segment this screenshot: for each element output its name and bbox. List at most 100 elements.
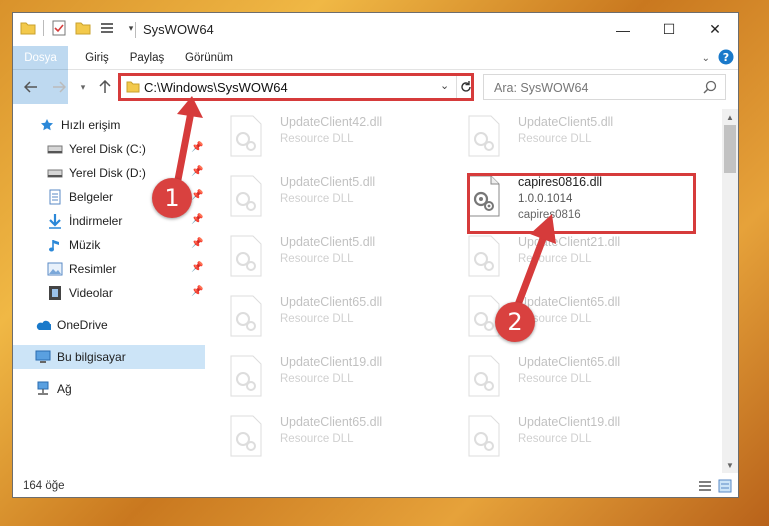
file-description: Resource DLL (280, 133, 354, 145)
file-item[interactable]: UpdateClient19.dll Resource DLL (457, 409, 677, 467)
file-item[interactable]: UpdateClient21.dll Resource DLL (457, 229, 677, 287)
pin-icon[interactable]: 📌 (191, 214, 203, 225)
file-item[interactable]: UpdateClient19.dll Resource DLL (219, 349, 439, 407)
file-item[interactable]: UpdateClient65.dll Resource DLL (219, 289, 439, 347)
pin-icon[interactable]: 📌 (191, 286, 203, 297)
scroll-up-icon[interactable]: ▲ (722, 109, 738, 125)
tab-share[interactable]: Paylaş (123, 46, 171, 70)
nav-item-label: OneDrive (57, 318, 108, 332)
nav-item-onedrive[interactable]: OneDrive (13, 313, 205, 337)
address-dropdown-icon[interactable]: ⌄ (440, 79, 449, 92)
address-path[interactable]: C:\Windows\SysWOW64 (144, 80, 288, 95)
file-description: Resource DLL (280, 313, 354, 325)
dll-file-icon (230, 415, 262, 457)
dll-file-icon (230, 175, 262, 217)
drive-icon (47, 165, 63, 181)
file-name: UpdateClient5.dll (518, 115, 614, 129)
svg-text:?: ? (723, 51, 729, 64)
maximize-button[interactable]: ☐ (646, 13, 692, 46)
file-item[interactable]: UpdateClient65.dll Resource DLL (457, 289, 677, 347)
up-button[interactable] (95, 77, 115, 97)
file-name: capires0816.dll (518, 175, 603, 189)
file-version: 1.0.0.1014 (518, 193, 573, 205)
tab-home[interactable]: Giriş (75, 46, 119, 70)
dll-file-icon (468, 415, 500, 457)
file-item[interactable]: UpdateClient65.dll Resource DLL (219, 409, 439, 467)
nav-item-quick-access[interactable]: Hızlı erişim (13, 113, 205, 137)
pin-icon[interactable]: 📌 (191, 190, 203, 201)
large-icons-view-icon[interactable] (718, 479, 732, 496)
help-icon[interactable]: ? (718, 49, 734, 68)
item-count: 164 öğe (23, 480, 65, 492)
documents-icon (47, 189, 63, 205)
refresh-icon (460, 81, 471, 92)
drive-icon (47, 141, 63, 157)
file-description: Resource DLL (280, 373, 354, 385)
cloud-icon (35, 317, 51, 333)
file-description: Resource DLL (280, 193, 354, 205)
file-list: UpdateClient42.dll Resource DLL UpdateCl… (219, 109, 719, 469)
nav-item-label: Yerel Disk (C:) (69, 142, 146, 156)
nav-item-pictures[interactable]: Resimler 📌 (13, 257, 205, 281)
forward-button[interactable] (49, 77, 69, 97)
dll-file-icon (468, 355, 500, 397)
download-icon (47, 213, 63, 229)
file-description: Resource DLL (280, 253, 354, 265)
divider (43, 20, 44, 36)
dll-file-icon (230, 235, 262, 277)
file-item[interactable]: UpdateClient5.dll Resource DLL (457, 109, 677, 167)
file-item[interactable]: UpdateClient5.dll Resource DLL (219, 229, 439, 287)
refresh-button[interactable] (456, 75, 474, 99)
minimize-button[interactable]: — (600, 13, 646, 46)
details-view-icon[interactable] (698, 479, 712, 496)
search-box[interactable]: Ara: SysWOW64 (483, 74, 726, 100)
step-1-badge: 1 (152, 178, 192, 218)
close-button[interactable]: ✕ (692, 13, 738, 46)
folder-icon (126, 80, 140, 96)
nav-item-network[interactable]: Ağ (13, 377, 205, 401)
nav-item-label: Videolar (69, 286, 113, 300)
ribbon-tabs: Dosya Giriş Paylaş Görünüm ⌄ ? (13, 46, 738, 104)
back-button[interactable] (21, 77, 41, 97)
pin-icon[interactable]: 📌 (191, 166, 203, 177)
file-name: UpdateClient65.dll (518, 355, 621, 369)
file-name: UpdateClient65.dll (518, 295, 621, 309)
tab-view[interactable]: Görünüm (179, 46, 239, 70)
pin-icon[interactable]: 📌 (191, 142, 203, 153)
nav-item-label: Belgeler (69, 190, 114, 204)
nav-item-videos[interactable]: Videolar 📌 (13, 281, 205, 305)
navigation-pane: Hızlı erişim Yerel Disk (C:) 📌 Yerel Dis… (13, 109, 205, 469)
folder-icon (19, 19, 37, 37)
file-description: Resource DLL (518, 373, 592, 385)
view-menu-icon[interactable] (98, 19, 116, 37)
nav-item-local-disk-c[interactable]: Yerel Disk (C:) 📌 (13, 137, 205, 161)
search-placeholder: Ara: SysWOW64 (494, 81, 589, 95)
file-item[interactable]: UpdateClient65.dll Resource DLL (457, 349, 677, 407)
address-row: ▾ C:\Windows\SysWOW64 ⌄ Ara: SysWOW64 (13, 71, 738, 103)
scroll-down-icon[interactable]: ▼ (722, 457, 738, 473)
title-bar: ▾ SysWOW64 — ☐ ✕ (13, 13, 738, 46)
status-bar: 164 öğe (13, 475, 738, 497)
forward-arrow-icon (53, 81, 66, 93)
file-item[interactable]: UpdateClient42.dll Resource DLL (219, 109, 439, 167)
step-2-badge: 2 (495, 302, 535, 342)
vertical-scrollbar[interactable]: ▲ ▼ (722, 109, 738, 473)
nav-item-this-pc[interactable]: Bu bilgisayar (13, 345, 205, 369)
customize-dropdown-icon[interactable]: ▾ (122, 19, 140, 37)
file-item[interactable]: UpdateClient5.dll Resource DLL (219, 169, 439, 227)
new-folder-icon[interactable] (74, 19, 92, 37)
file-name: UpdateClient19.dll (518, 415, 621, 429)
scroll-thumb[interactable] (724, 125, 736, 173)
nav-item-music[interactable]: Müzik 📌 (13, 233, 205, 257)
recent-locations-button[interactable]: ▾ (73, 77, 93, 97)
properties-icon[interactable] (50, 19, 68, 37)
pin-icon[interactable]: 📌 (191, 262, 203, 273)
pin-icon[interactable]: 📌 (191, 238, 203, 249)
search-icon (703, 80, 717, 97)
expand-ribbon-icon[interactable]: ⌄ (702, 53, 710, 64)
videos-icon (47, 285, 63, 301)
file-description: Resource DLL (518, 433, 592, 445)
file-item-capires0816[interactable]: capires0816.dll 1.0.0.1014 capires0816 (457, 169, 677, 227)
computer-icon (35, 349, 51, 365)
address-bar[interactable]: C:\Windows\SysWOW64 ⌄ (119, 74, 473, 100)
